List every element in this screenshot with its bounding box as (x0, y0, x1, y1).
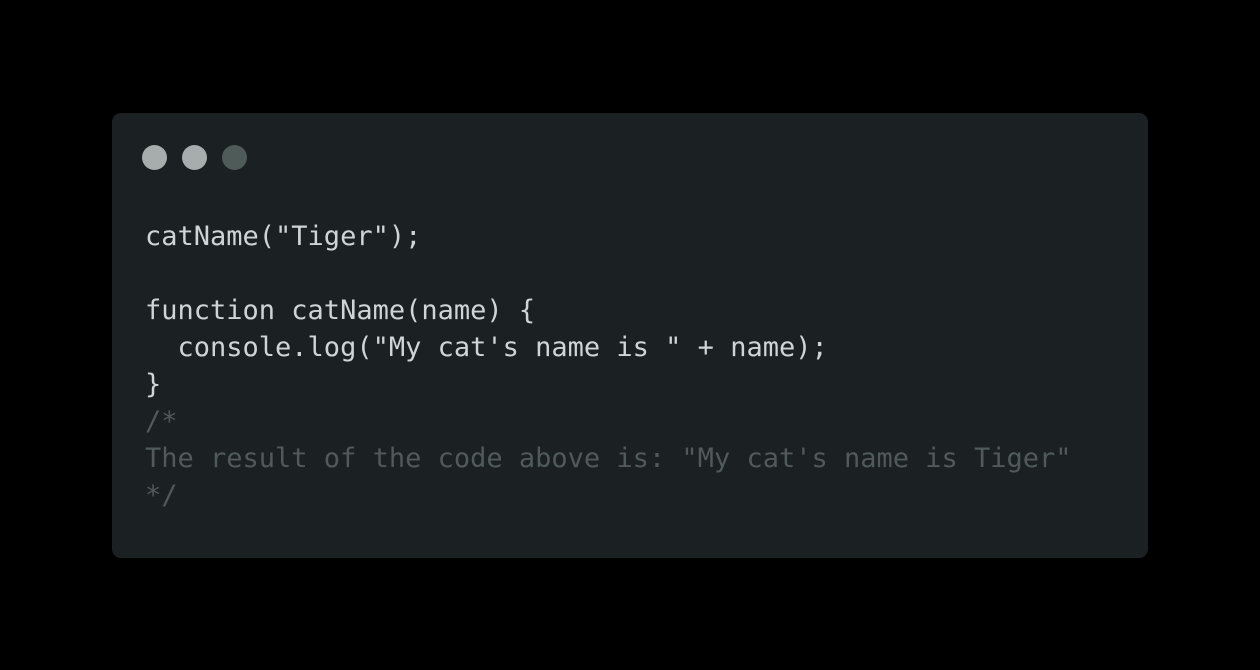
maximize-dot-icon[interactable] (222, 145, 247, 170)
code-comment-open: /* (145, 406, 178, 437)
code-comment-text: The result of the code above is: "My cat… (145, 443, 1072, 474)
canvas: catName("Tiger"); function catName(name) … (0, 0, 1260, 670)
code-line-closing-brace: } (145, 369, 162, 400)
code-block: catName("Tiger"); function catName(name) … (145, 218, 1072, 514)
code-line-call: catName("Tiger"); (145, 221, 422, 252)
code-comment-close: */ (145, 480, 178, 511)
close-dot-icon[interactable] (142, 145, 167, 170)
code-line-function-declaration: function catName(name) { (145, 295, 536, 326)
code-line-console-log: console.log("My cat's name is " + name); (145, 332, 828, 363)
minimize-dot-icon[interactable] (182, 145, 207, 170)
code-window: catName("Tiger"); function catName(name) … (112, 113, 1148, 558)
window-controls (142, 145, 247, 170)
